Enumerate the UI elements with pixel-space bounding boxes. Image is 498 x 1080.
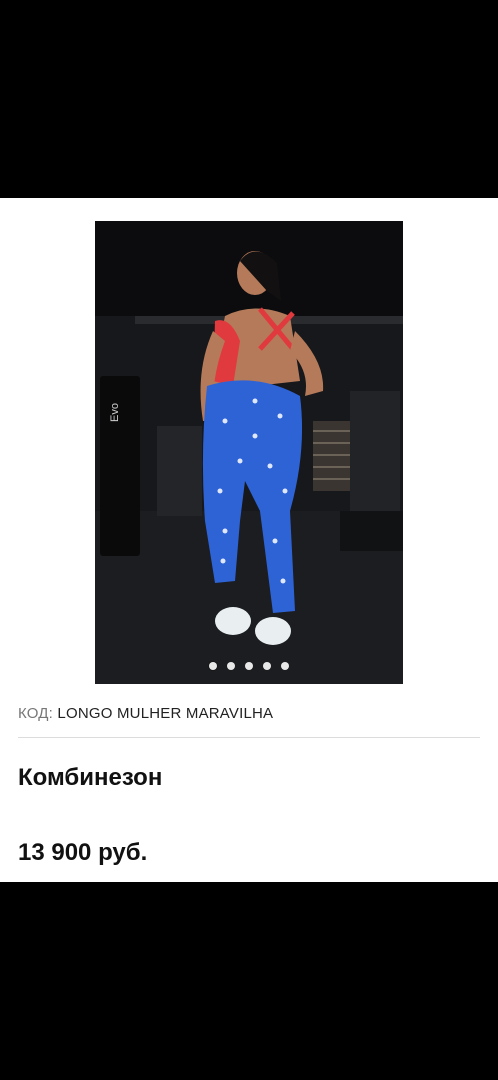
product-code: КОД: LONGO MULHER MARAVILHA bbox=[18, 705, 273, 722]
product-photo: Evo bbox=[95, 221, 403, 684]
bottom-black-area bbox=[0, 882, 498, 1080]
gallery-pagination bbox=[95, 662, 403, 670]
product-card: Evo КОД: LONGO MULHER MARAVILHA Комбинез… bbox=[0, 198, 498, 882]
brand-sign: Evo bbox=[109, 403, 121, 422]
gallery-dot[interactable] bbox=[281, 662, 289, 670]
top-black-area bbox=[0, 0, 498, 198]
product-price: 13 900 руб. bbox=[18, 839, 148, 866]
divider bbox=[18, 737, 480, 738]
gallery-dot[interactable] bbox=[245, 662, 253, 670]
product-image-gallery[interactable]: Evo bbox=[95, 221, 403, 684]
gallery-dot[interactable] bbox=[263, 662, 271, 670]
product-code-label: КОД: bbox=[18, 705, 54, 722]
product-code-value: LONGO MULHER MARAVILHA bbox=[57, 705, 274, 722]
gallery-dot[interactable] bbox=[209, 662, 217, 670]
product-title: Комбинезон bbox=[18, 764, 163, 791]
gallery-dot[interactable] bbox=[227, 662, 235, 670]
